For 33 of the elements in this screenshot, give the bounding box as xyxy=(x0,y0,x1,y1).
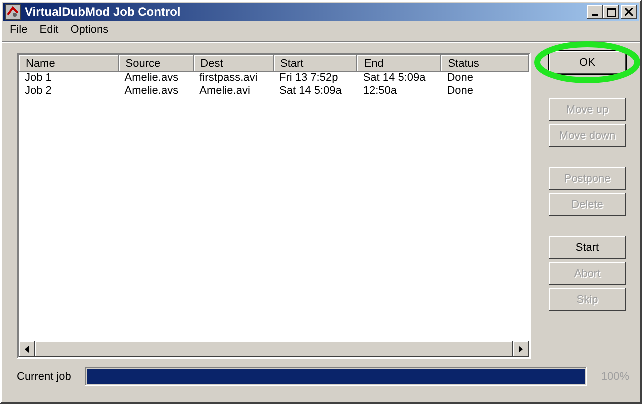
progress-label: Current job xyxy=(17,370,72,382)
column-header[interactable]: Dest xyxy=(194,55,274,72)
action-button[interactable]: Start xyxy=(549,236,626,259)
table-cell-text: Fri 13 7:52p xyxy=(278,72,340,85)
maximize-button[interactable] xyxy=(603,5,619,19)
column-header[interactable]: Start xyxy=(274,55,358,72)
close-icon xyxy=(625,8,633,16)
table-cell-text: Amelie.avs xyxy=(124,72,180,85)
menu-item[interactable]: File xyxy=(4,23,34,39)
table-cell-text: Sat 14 5:09a xyxy=(362,72,427,85)
table-cell-text: Sat 14 5:09a xyxy=(278,85,343,98)
table-cell-text: Amelie.avs xyxy=(124,85,180,98)
table-cell-text: Job 2 xyxy=(24,85,53,98)
table-cell-text: 12:50a xyxy=(362,85,398,98)
scroll-left-icon[interactable] xyxy=(19,341,35,357)
menu-item[interactable]: Options xyxy=(64,23,115,39)
menu-item[interactable]: Edit xyxy=(34,23,65,39)
table-cell-text: firstpass.avi xyxy=(198,72,259,85)
minimize-button[interactable] xyxy=(587,5,603,19)
app-icon xyxy=(5,4,21,20)
maximize-icon xyxy=(606,8,616,16)
column-header[interactable]: Source xyxy=(118,55,194,72)
table-cell-text: Done xyxy=(446,72,474,85)
column-header[interactable]: End xyxy=(357,55,442,72)
table-cell-text: Job 1 xyxy=(24,72,53,85)
table-cell-text: Done xyxy=(446,85,474,98)
window-title: VirtualDubMod Job Control xyxy=(25,5,182,19)
table-cell-text: Amelie.avi xyxy=(198,85,252,98)
column-header[interactable]: Status xyxy=(441,55,530,72)
action-button[interactable]: OK xyxy=(549,51,626,74)
column-header[interactable]: Name xyxy=(19,55,119,72)
scroll-right-icon[interactable] xyxy=(513,341,529,357)
close-button[interactable] xyxy=(621,5,637,19)
